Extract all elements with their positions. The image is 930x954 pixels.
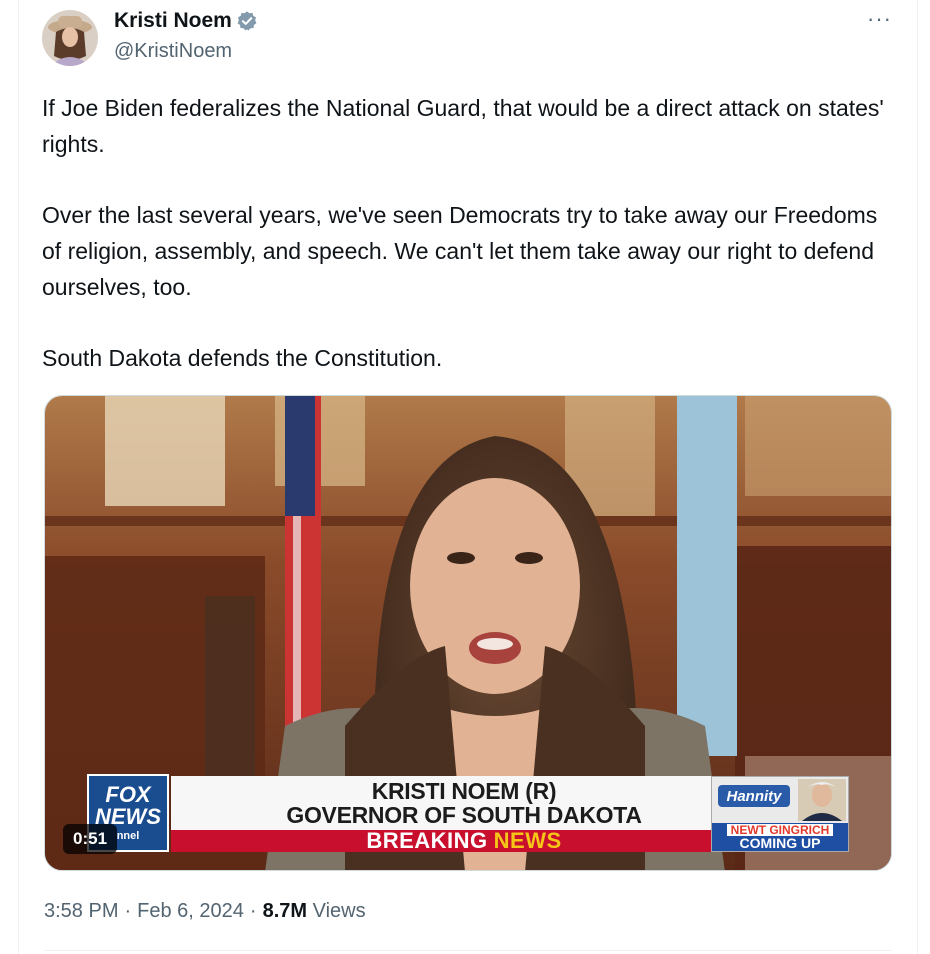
breaking-label: BREAKING xyxy=(366,828,488,853)
more-options-icon[interactable]: ··· xyxy=(867,6,892,32)
tweet-paragraph-2: Over the last several years, we've seen … xyxy=(42,202,878,300)
tweet-paragraph-1: If Joe Biden federalizes the National Gu… xyxy=(42,95,884,157)
tweet-time[interactable]: 3:58 PM xyxy=(44,900,118,923)
meta-separator-1: · xyxy=(124,900,132,922)
lower-third-line-2: GOVERNOR OF SOUTH DAKOTA xyxy=(286,802,642,828)
tweet-date[interactable]: Feb 6, 2024 xyxy=(137,900,244,923)
hannity-logo: Hannity xyxy=(718,785,790,807)
fox-logo-bottom: nnel xyxy=(116,830,140,842)
tweet-text: If Joe Biden federalizes the National Gu… xyxy=(42,90,902,376)
lower-third-name-plate: KRISTI NOEM (R) GOVERNOR OF SOUTH DAKOTA xyxy=(171,776,757,830)
video-duration-badge: 0:51 xyxy=(63,824,118,854)
tweet-meta: 3:58 PM · Feb 6, 2024 · 8.7M Views xyxy=(44,900,366,923)
views-label: Views xyxy=(312,900,366,922)
promo-subtitle: NEWT GINGRICH COMING UP xyxy=(712,823,848,851)
video-player[interactable]: FOX NEWS nnel KRISTI NOEM (R) GOVERNOR O… xyxy=(44,395,892,871)
lower-third-line-1: KRISTI NOEM (R) xyxy=(371,778,557,804)
guest-photo xyxy=(798,779,846,821)
views-count: 8.7M xyxy=(262,900,308,922)
author-display-name[interactable]: Kristi Noem xyxy=(114,9,232,33)
promo-line-2: COMING UP xyxy=(739,835,821,851)
meta-separator-2: · xyxy=(249,900,257,922)
avatar[interactable] xyxy=(42,10,98,66)
verified-badge-icon xyxy=(236,10,258,32)
lower-third-banner: KRISTI NOEM (R) GOVERNOR OF SOUTH DAKOTA… xyxy=(171,776,757,853)
author-name-row[interactable]: Kristi Noem xyxy=(114,9,258,33)
tweet-paragraph-3: South Dakota defends the Constitution. xyxy=(42,345,443,371)
show-promo: Hannity NEWT GINGRICH COMING UP xyxy=(711,776,849,852)
news-label: NEWS xyxy=(493,828,562,853)
breaking-news-strip: BREAKING NEWS xyxy=(171,828,757,853)
divider xyxy=(44,950,892,951)
views[interactable]: 8.7M Views xyxy=(263,900,366,923)
fox-logo-top: FOX xyxy=(105,782,151,807)
author-handle[interactable]: @KristiNoem xyxy=(114,40,232,63)
